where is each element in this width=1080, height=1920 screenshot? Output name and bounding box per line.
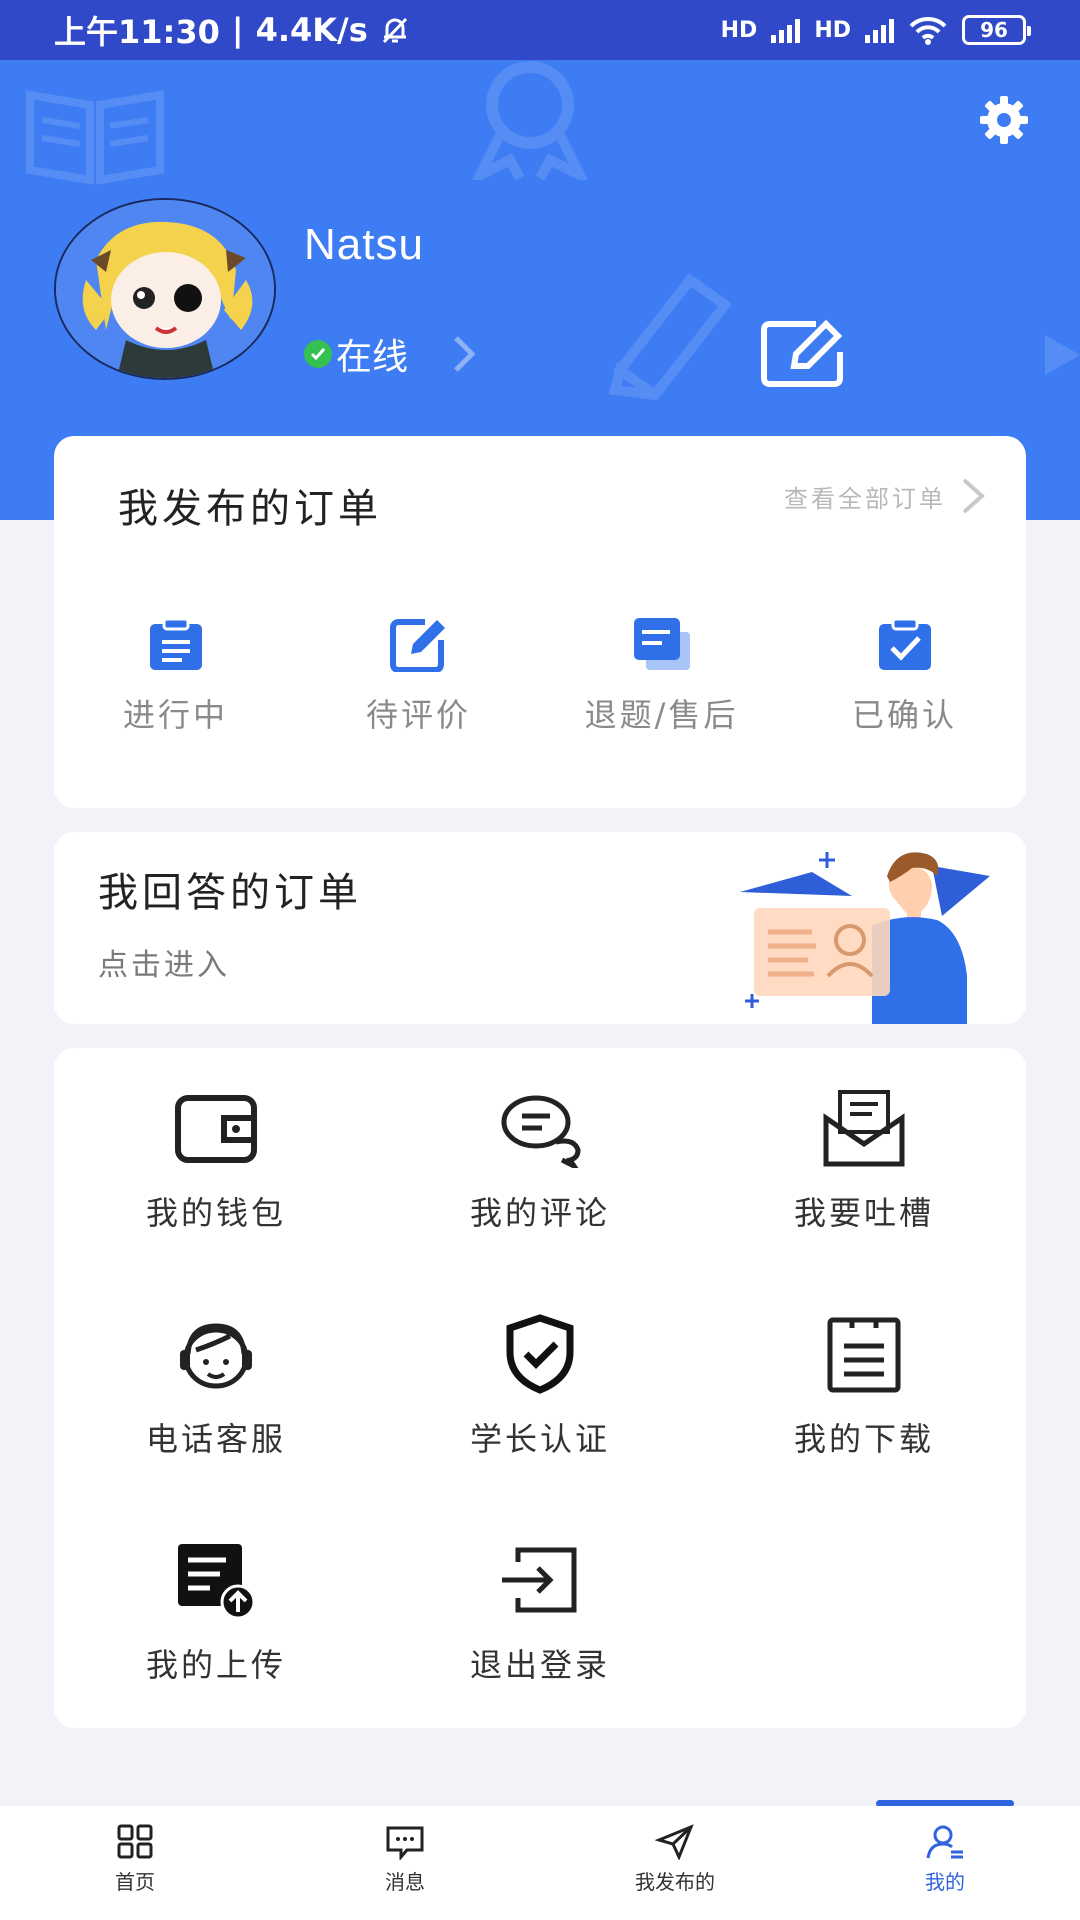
nav-tab-published[interactable]: 我发布的	[540, 1806, 810, 1920]
view-all-orders-link[interactable]: 查看全部订单	[784, 476, 986, 516]
comment-icon	[501, 1095, 581, 1168]
anime-avatar-image	[56, 200, 274, 378]
menu-item-uploads[interactable]: 我的上传	[54, 1540, 378, 1766]
nav-tab-messages[interactable]: 消息	[270, 1806, 540, 1920]
menu-item-label: 我的钱包	[145, 1194, 286, 1232]
menu-item-label: 学长认证	[469, 1420, 610, 1458]
order-status-label: 进行中	[122, 696, 228, 734]
order-status-label: 退题/售后	[584, 696, 739, 734]
wifi-icon	[909, 16, 947, 45]
logout-icon	[502, 1547, 577, 1613]
menu-item-customer-service[interactable]: 电话客服	[54, 1314, 378, 1540]
menu-item-feedback[interactable]: 我要吐槽	[702, 1088, 1026, 1314]
bell-muted-icon	[382, 17, 407, 44]
nav-tab-home[interactable]: 首页	[0, 1806, 270, 1920]
order-status-in-progress[interactable]: 进行中	[54, 616, 297, 736]
view-all-orders-label: 查看全部订单	[784, 484, 946, 513]
menu-item-label: 我的下载	[793, 1420, 934, 1458]
menu-item-senior-verify[interactable]: 学长认证	[378, 1314, 702, 1540]
wallet-icon	[175, 1095, 257, 1163]
shield-check-icon	[506, 1314, 574, 1394]
chevron-right-icon	[962, 478, 986, 514]
hd-label-2: HD	[814, 17, 851, 43]
status-bar: 上午11:30 | 4.4K/s HD HD 96	[0, 0, 1080, 60]
send-icon	[655, 1824, 694, 1860]
online-status-label: 在线	[336, 337, 409, 378]
pencil-watermark-icon	[608, 273, 733, 400]
headset-icon	[180, 1323, 252, 1389]
book-watermark-icon	[26, 90, 164, 185]
award-watermark-icon	[471, 61, 589, 180]
battery-level: 96	[980, 18, 1008, 42]
avatar[interactable]	[54, 198, 276, 380]
status-time: 上午11:30	[54, 13, 220, 51]
menu-item-comments[interactable]: 我的评论	[378, 1088, 702, 1314]
grid-icon	[117, 1824, 153, 1859]
clipboard-icon	[149, 617, 202, 670]
person-card-illustration	[740, 852, 990, 1024]
online-check-icon	[304, 340, 332, 368]
menu-item-downloads[interactable]: 我的下载	[702, 1314, 1026, 1540]
username: Natsu	[304, 220, 424, 269]
order-status-label: 待评价	[365, 696, 471, 734]
nav-tab-label: 消息	[385, 1870, 425, 1894]
menu-card: 我的钱包 我的评论 我要吐槽 电话客服 学长认证 我的下载 我的上传 退出登录	[54, 1048, 1026, 1728]
published-orders-card: 我发布的订单 查看全部订单 进行中 待评价 退题/售后 已确认	[54, 436, 1026, 808]
settings-gear-icon[interactable]	[976, 92, 1032, 148]
answered-orders-card[interactable]: 我回答的订单 点击进入	[54, 832, 1026, 1024]
menu-item-label: 我要吐槽	[793, 1194, 934, 1232]
menu-item-label: 我的上传	[145, 1646, 286, 1684]
menu-item-label: 退出登录	[469, 1646, 610, 1684]
bottom-nav: 首页 消息 我发布的 我的	[0, 1806, 1080, 1920]
answered-orders-subtitle: 点击进入	[98, 948, 230, 983]
edit-profile-icon[interactable]	[760, 318, 844, 388]
upload-icon	[178, 1544, 256, 1620]
message-icon	[386, 1826, 424, 1860]
menu-item-label: 我的评论	[469, 1194, 610, 1232]
published-orders-title: 我发布的订单	[118, 486, 382, 532]
signal-icon-2	[865, 17, 894, 43]
nav-tab-label: 我发布的	[635, 1870, 715, 1894]
status-network-speed: 4.4K/s	[255, 11, 368, 49]
order-status-confirmed[interactable]: 已确认	[783, 616, 1026, 736]
check-clipboard-icon	[878, 617, 931, 670]
chevron-right-icon	[454, 336, 476, 372]
order-status-refund[interactable]: 退题/售后	[540, 616, 783, 736]
nav-tab-label: 首页	[115, 1870, 155, 1894]
nav-tab-label: 我的	[925, 1870, 965, 1894]
menu-item-logout[interactable]: 退出登录	[378, 1540, 702, 1766]
order-status-pending-review[interactable]: 待评价	[297, 616, 540, 736]
user-icon	[926, 1825, 963, 1859]
document-return-icon	[633, 618, 690, 670]
document-list-icon	[827, 1317, 901, 1393]
hd-label-1: HD	[720, 17, 758, 43]
signal-icon	[771, 17, 801, 43]
nav-tab-mine[interactable]: 我的	[810, 1806, 1080, 1920]
edit-review-icon	[389, 619, 445, 672]
online-status[interactable]: 在线	[304, 328, 480, 380]
order-status-label: 已确认	[851, 696, 957, 734]
battery-icon: 96	[962, 15, 1031, 45]
answered-orders-title: 我回答的订单	[98, 870, 362, 916]
envelope-icon	[823, 1090, 905, 1167]
play-watermark-icon	[1045, 335, 1080, 375]
menu-item-label: 电话客服	[145, 1420, 286, 1458]
menu-item-wallet[interactable]: 我的钱包	[54, 1088, 378, 1314]
